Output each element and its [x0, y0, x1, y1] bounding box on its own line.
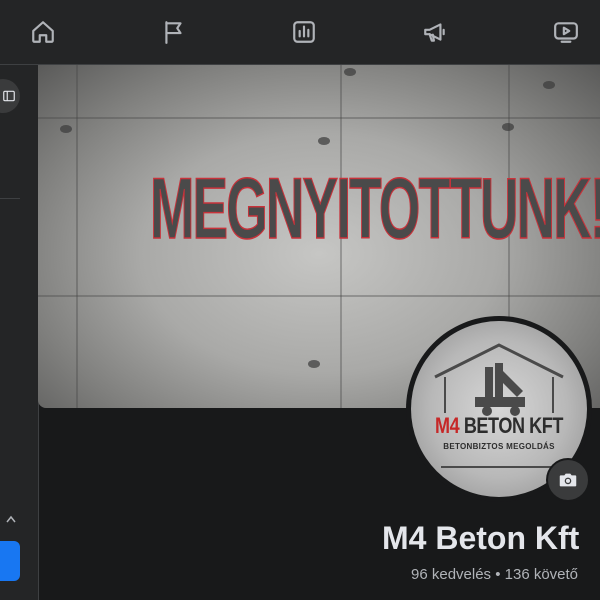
bar-chart-icon[interactable] — [289, 17, 319, 47]
logo-underline — [441, 466, 557, 468]
logo-tagline: BETONBIZTOS MEGOLDÁS — [443, 442, 555, 451]
create-button[interactable] — [0, 541, 20, 581]
video-play-icon[interactable] — [551, 17, 581, 47]
logo-wordmark: M4 BETON KFT — [434, 413, 564, 438]
megaphone-icon[interactable] — [420, 17, 450, 47]
flag-icon[interactable] — [159, 17, 189, 47]
page-title: M4 Beton Kft — [382, 520, 580, 556]
camera-icon — [559, 473, 577, 487]
sidebar-toggle-button[interactable] — [0, 79, 20, 113]
cover-headline: MEGNYITOTTUNK!! — [150, 160, 600, 258]
concrete-plant-logo-icon — [434, 343, 564, 416]
top-navigation-bar — [0, 0, 600, 65]
caret-up-icon[interactable] — [6, 515, 16, 523]
left-sidebar — [0, 65, 39, 600]
home-icon[interactable] — [28, 17, 58, 47]
sidebar-divider — [0, 198, 20, 199]
panel-icon — [3, 90, 15, 102]
page-stats[interactable]: 96 kedvelés • 136 követő — [411, 566, 578, 583]
update-profile-picture-button[interactable] — [546, 458, 590, 502]
